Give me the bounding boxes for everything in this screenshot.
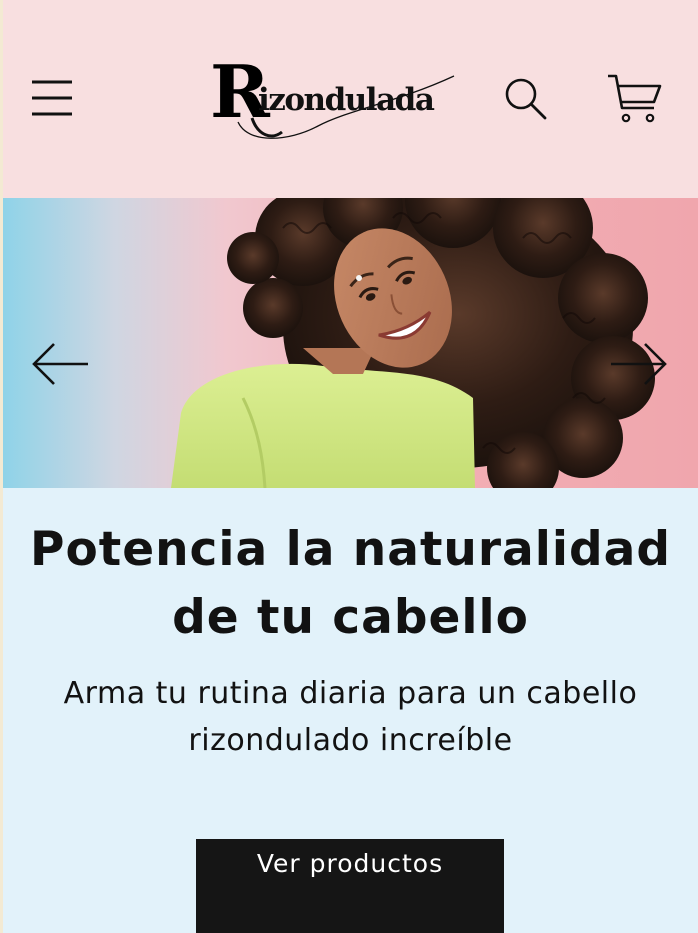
hero-text-section: Potencia la naturalidad de tu cabello Ar… [3, 488, 698, 933]
arrow-right-icon [611, 343, 667, 385]
search-icon [505, 78, 547, 120]
menu-button[interactable] [30, 78, 74, 118]
hamburger-menu-icon [32, 80, 72, 116]
search-button[interactable] [503, 76, 549, 122]
logo-swash [237, 75, 455, 139]
site-header: R izondulada [3, 0, 698, 198]
view-products-button[interactable]: Ver productos [196, 839, 504, 933]
hero-subheadline: Arma tu rutina diaria para un cabello ri… [63, 676, 638, 758]
brand-logo[interactable]: R izondulada [208, 52, 458, 144]
hero-carousel [3, 198, 698, 488]
carousel-next-button[interactable] [609, 338, 669, 390]
carousel-prev-button[interactable] [30, 338, 90, 390]
shopping-cart-icon [608, 74, 662, 123]
cart-button[interactable] [606, 70, 664, 126]
page: R izondulada Potencia la naturalidad de … [3, 0, 698, 933]
hero-headline: Potencia la naturalidad de tu cabello [30, 522, 671, 645]
arrow-left-icon [32, 343, 88, 385]
hero-image [171, 198, 655, 488]
